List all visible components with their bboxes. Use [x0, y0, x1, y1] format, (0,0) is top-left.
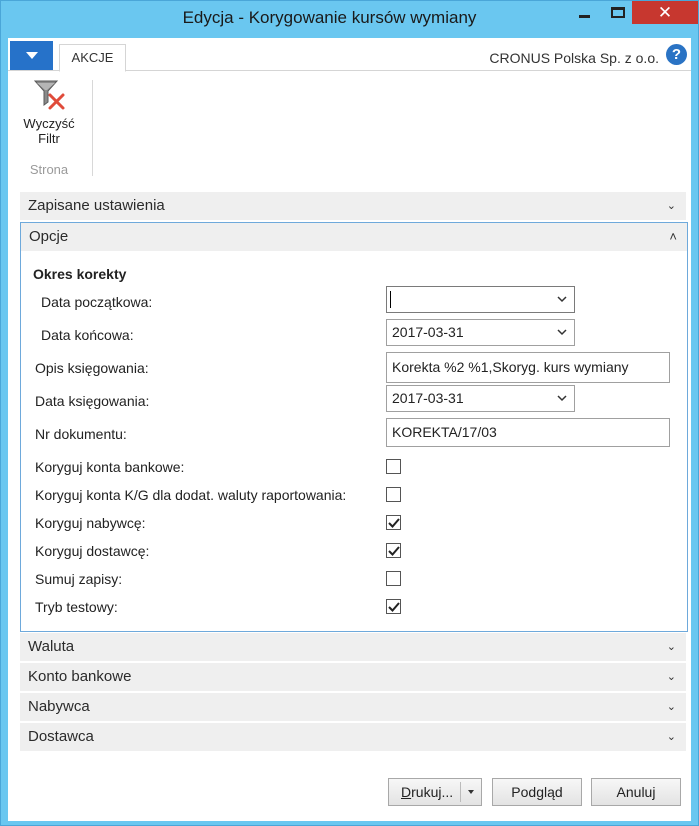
section-title: Konto bankowe — [28, 668, 132, 685]
dropdown-triangle-icon — [25, 52, 38, 59]
koryguj-konta-bankowe-checkbox[interactable] — [386, 459, 401, 474]
ribbon-tabstrip: AKCJE CRONUS Polska Sp. z o.o. ? — [8, 38, 691, 72]
chevron-down-icon — [557, 395, 567, 402]
dialog-footer: Drukuj... Podgląd Anuluj — [8, 772, 691, 821]
close-button[interactable]: ✕ — [632, 1, 698, 24]
clear-filter-icon — [33, 80, 65, 110]
label-opis-ksiegowania: Opis księgowania: — [35, 360, 149, 376]
chevron-down-icon: ⌄ — [666, 731, 676, 743]
tab-akcje[interactable]: AKCJE — [59, 44, 126, 72]
company-name: CRONUS Polska Sp. z o.o. — [489, 50, 659, 66]
app-menu-button[interactable] — [10, 41, 53, 70]
label-tryb-testowy: Tryb testowy: — [35, 599, 118, 615]
minimize-icon — [578, 15, 590, 18]
section-title: Waluta — [28, 638, 75, 655]
checkmark-icon — [388, 546, 400, 556]
section-waluta[interactable]: Waluta ⌄ — [20, 633, 686, 661]
tryb-testowy-checkbox[interactable] — [386, 599, 401, 614]
clear-filter-button[interactable]: Wyczyść Filtr — [18, 78, 80, 146]
preview-button[interactable]: Podgląd — [492, 778, 582, 806]
print-button[interactable]: Drukuj... — [388, 778, 482, 806]
label-sumuj-zapisy: Sumuj zapisy: — [35, 571, 123, 587]
text-caret — [390, 291, 391, 308]
help-icon[interactable]: ? — [666, 44, 687, 65]
checkmark-icon — [388, 518, 400, 528]
chevron-down-icon — [557, 296, 567, 303]
chevron-down-icon — [557, 329, 567, 336]
data-koncowa-value: 2017-03-31 — [392, 324, 464, 340]
section-title: Dostawca — [28, 728, 94, 745]
koryguj-konta-kg-checkbox[interactable] — [386, 487, 401, 502]
ribbon-group-label: Strona — [29, 162, 69, 177]
chevron-down-icon: ⌄ — [666, 641, 676, 653]
data-koncowa-input[interactable]: 2017-03-31 — [386, 319, 575, 346]
clear-filter-label-2: Filtr — [38, 131, 60, 146]
nr-dokumentu-input[interactable]: KOREKTA/17/03 — [386, 418, 670, 447]
sumuj-zapisy-checkbox[interactable] — [386, 571, 401, 586]
koryguj-nabywce-checkbox[interactable] — [386, 515, 401, 530]
section-title: Zapisane ustawienia — [28, 197, 165, 214]
minimize-button[interactable] — [565, 1, 603, 24]
request-page-content: Zapisane ustawienia ⌄ Opcje ˄ Okres kore… — [8, 182, 691, 772]
print-label: rukuj... — [411, 784, 454, 800]
label-koryguj-konta-bankowe: Koryguj konta bankowe: — [35, 459, 185, 475]
group-okres-korekty: Okres korekty — [33, 266, 127, 282]
data-poczatkowa-input[interactable] — [386, 286, 575, 313]
label-nr-dokumentu: Nr dokumentu: — [35, 426, 127, 442]
section-nabywca[interactable]: Nabywca ⌄ — [20, 693, 686, 721]
chevron-down-icon: ⌄ — [666, 671, 676, 683]
chevron-down-icon: ⌄ — [666, 701, 676, 713]
section-konto-bankowe[interactable]: Konto bankowe ⌄ — [20, 663, 686, 691]
data-ksiegowania-input[interactable]: 2017-03-31 — [386, 385, 575, 412]
close-icon: ✕ — [657, 3, 673, 22]
section-title: Opcje — [29, 228, 69, 245]
dropdown-arrow-icon[interactable] — [468, 790, 474, 794]
chevron-down-icon: ⌄ — [666, 200, 676, 212]
title-bar: Edycja - Korygowanie kursów wymiany ✕ — [1, 1, 698, 38]
client-area: AKCJE CRONUS Polska Sp. z o.o. ? Wyczyść… — [8, 38, 691, 821]
cancel-button[interactable]: Anuluj — [591, 778, 681, 806]
data-ksiegowania-value: 2017-03-31 — [392, 390, 464, 406]
dialog-window: Edycja - Korygowanie kursów wymiany ✕ AK… — [0, 0, 699, 826]
window-title: Edycja - Korygowanie kursów wymiany — [182, 8, 477, 27]
maximize-icon — [611, 7, 625, 18]
clear-filter-label-1: Wyczyść — [23, 116, 75, 131]
opis-ksiegowania-input[interactable]: Korekta %2 %1,Skoryg. kurs wymiany — [386, 352, 670, 383]
label-koryguj-konta-kg: Koryguj konta K/G dla dodat. waluty rapo… — [35, 487, 347, 503]
section-opcje: Opcje ˄ Okres korekty Data początkowa: D… — [20, 222, 688, 632]
label-data-ksiegowania: Data księgowania: — [35, 393, 150, 409]
section-title: Nabywca — [28, 698, 90, 715]
section-opcje-header[interactable]: Opcje ˄ — [21, 223, 687, 251]
section-dostawca[interactable]: Dostawca ⌄ — [20, 723, 686, 751]
ribbon-separator — [92, 80, 93, 176]
chevron-up-icon: ˄ — [669, 229, 677, 244]
label-koryguj-nabywce: Koryguj nabywcę: — [35, 515, 146, 531]
label-data-koncowa: Data końcowa: — [41, 327, 134, 343]
label-koryguj-dostawce: Koryguj dostawcę: — [35, 543, 150, 559]
label-data-poczatkowa: Data początkowa: — [41, 294, 153, 310]
checkmark-icon — [388, 602, 400, 612]
section-zapisane-ustawienia[interactable]: Zapisane ustawienia ⌄ — [20, 192, 686, 220]
print-accelerator: D — [401, 784, 412, 800]
koryguj-dostawce-checkbox[interactable] — [386, 543, 401, 558]
ribbon: Wyczyść Filtr Strona — [8, 72, 691, 182]
split-divider — [460, 782, 461, 802]
